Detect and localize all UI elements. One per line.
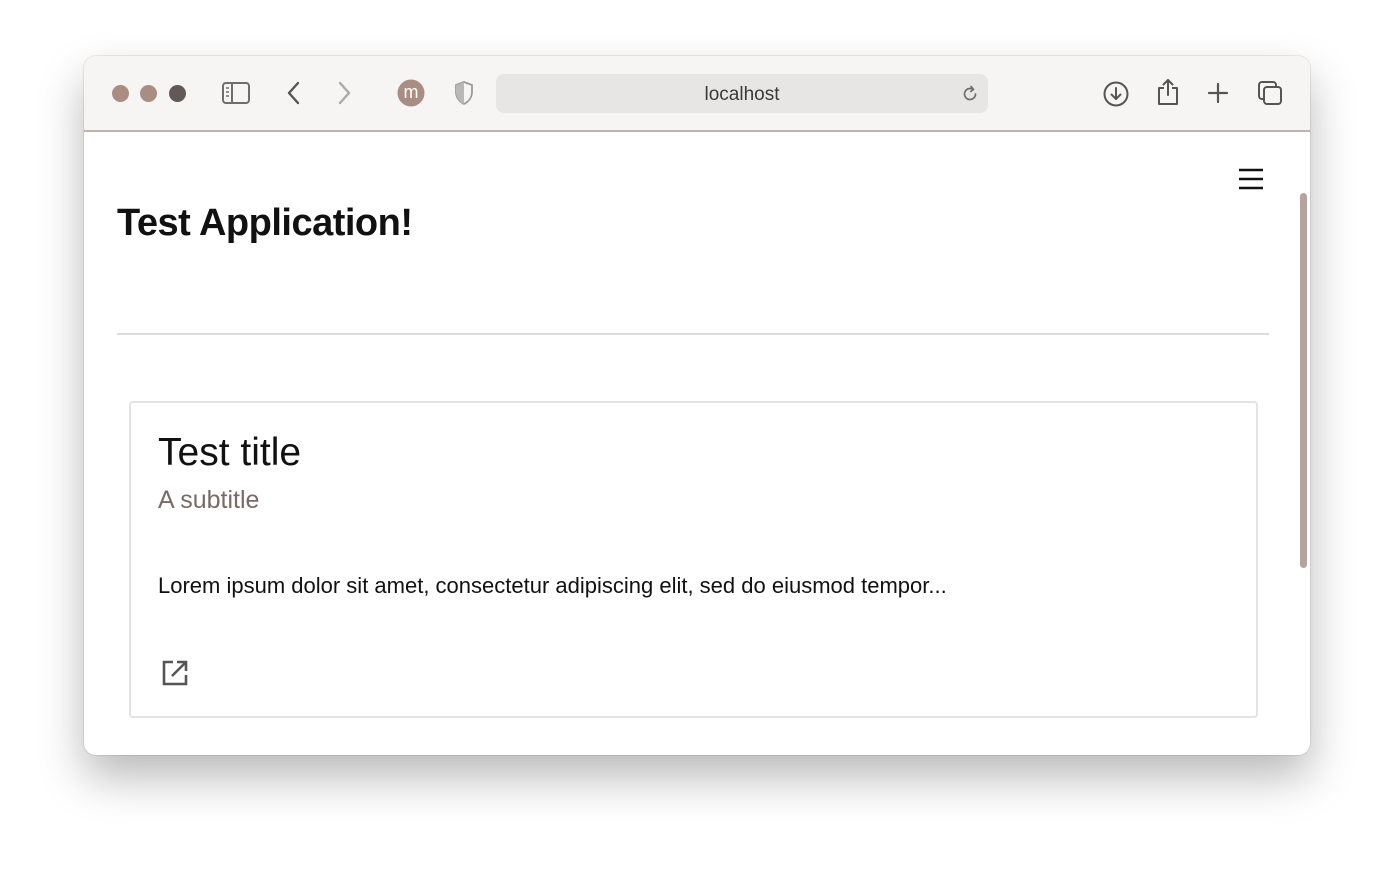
- back-icon[interactable]: [282, 80, 306, 106]
- profile-initial: m: [403, 82, 419, 102]
- url-text: localhost: [704, 84, 780, 105]
- shield-icon[interactable]: [452, 80, 476, 106]
- new-tab-icon[interactable]: [1205, 80, 1231, 106]
- page-content: Test Application! Test title A subtitle …: [84, 132, 1310, 755]
- card-title: Test title: [158, 431, 302, 474]
- open-in-new-icon[interactable]: [159, 657, 191, 689]
- header-divider: [117, 333, 1269, 335]
- content-card: Test title A subtitle Lorem ipsum dolor …: [129, 401, 1258, 718]
- browser-window: m localhost Test Application! Test title…: [84, 56, 1310, 755]
- reload-icon[interactable]: [960, 84, 980, 104]
- browser-toolbar: m localhost: [84, 56, 1310, 132]
- card-text: Lorem ipsum dolor sit amet, consectetur …: [158, 573, 947, 598]
- download-icon[interactable]: [1102, 80, 1130, 108]
- sidebar-icon[interactable]: [221, 79, 251, 107]
- profile-icon[interactable]: m: [397, 79, 425, 107]
- app-title: Test Application!: [117, 202, 413, 244]
- card-subtitle: A subtitle: [158, 486, 260, 514]
- address-bar[interactable]: localhost: [496, 74, 988, 113]
- tabs-overview-icon[interactable]: [1256, 79, 1284, 107]
- page-scrollbar[interactable]: [1300, 193, 1307, 568]
- minimize-window-button[interactable]: [140, 85, 157, 102]
- close-window-button[interactable]: [112, 85, 129, 102]
- share-icon[interactable]: [1154, 77, 1182, 107]
- zoom-window-button[interactable]: [169, 85, 186, 102]
- forward-icon[interactable]: [332, 80, 356, 106]
- hamburger-menu-icon[interactable]: [1234, 166, 1266, 194]
